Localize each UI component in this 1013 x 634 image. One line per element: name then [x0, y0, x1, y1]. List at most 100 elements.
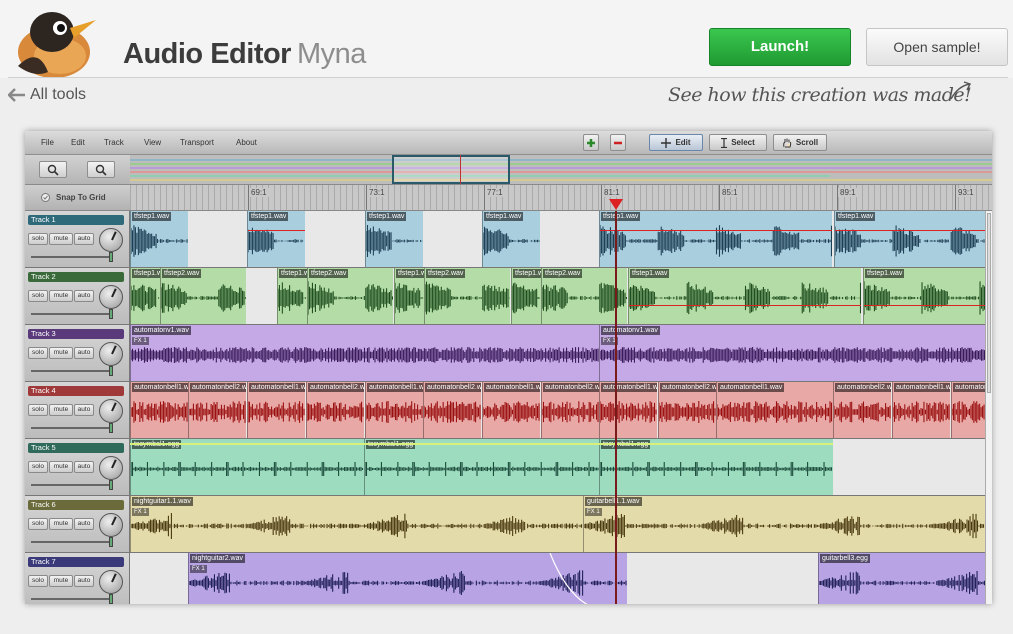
volume-handle[interactable]	[109, 423, 113, 433]
clip-fx-badge[interactable]: FX 1	[132, 508, 149, 516]
mute-button[interactable]: mute	[49, 404, 73, 416]
automation-line[interactable]	[130, 443, 833, 445]
zoom-in-button[interactable]	[39, 161, 67, 178]
scroll-thumb[interactable]	[987, 213, 991, 393]
audio-clip[interactable]: automatonbell2.wav	[541, 382, 599, 438]
auto-button[interactable]: auto	[74, 233, 94, 245]
see-how-link[interactable]: See how this creation was made!	[668, 84, 972, 106]
edit-tool-button[interactable]: Edit	[649, 134, 703, 151]
volume-slider[interactable]	[31, 309, 113, 319]
audio-clip[interactable]: tscymbal1.egg	[130, 439, 364, 495]
pan-knob[interactable]	[99, 228, 123, 252]
solo-button[interactable]: solo	[28, 347, 48, 359]
audio-clip[interactable]: automatonbell2.wav	[306, 382, 364, 438]
timeline-ruler[interactable]: 69:1 73:1 77:1 81:1 85:1 89:1 93:1	[130, 185, 992, 211]
track-lane[interactable]: tscymbal1.eggtscymbal1.eggtscymbal1.egg	[130, 439, 985, 495]
mute-button[interactable]: mute	[49, 347, 73, 359]
audio-clip[interactable]: automatonbell2.wav	[951, 382, 985, 438]
audio-clip[interactable]: automatonbell1.wav	[716, 382, 833, 438]
pan-knob[interactable]	[99, 570, 123, 594]
pan-knob[interactable]	[99, 399, 123, 423]
volume-slider[interactable]	[31, 480, 113, 490]
volume-handle[interactable]	[109, 366, 113, 376]
audio-clip[interactable]: tscymbal1.egg	[599, 439, 833, 495]
track-lane[interactable]: nightguitar1.1.wav FX 1 guitarbell1.1.wav F…	[130, 496, 985, 552]
remove-track-button[interactable]	[610, 134, 626, 151]
audio-clip[interactable]: nightguitar1.1.wav FX 1	[130, 496, 583, 552]
mute-button[interactable]: mute	[49, 575, 73, 587]
clip-fx-badge[interactable]: FX 1	[190, 565, 207, 573]
volume-slider[interactable]	[31, 366, 113, 376]
track-overview[interactable]	[130, 155, 992, 185]
track-name[interactable]: Track 6	[28, 500, 124, 510]
track-name[interactable]: Track 7	[28, 557, 124, 567]
pan-knob[interactable]	[99, 342, 123, 366]
solo-button[interactable]: solo	[28, 461, 48, 473]
audio-clip[interactable]: tscymbal1.egg	[364, 439, 599, 495]
solo-button[interactable]: solo	[28, 290, 48, 302]
clip-fx-badge[interactable]: FX 1	[585, 508, 602, 516]
track-lane[interactable]: automatonv1.wav FX 1 automatonv1.wav FX 1	[130, 325, 985, 381]
menu-view[interactable]: View	[144, 138, 161, 147]
audio-clip[interactable]: guitarbell1.1.wav FX 1	[583, 496, 985, 552]
auto-button[interactable]: auto	[74, 290, 94, 302]
automation-line[interactable]	[835, 230, 985, 231]
track-lane[interactable]: automatonbell1.wavautomatonbell2.wavauto…	[130, 382, 985, 438]
mute-button[interactable]: mute	[49, 518, 73, 530]
select-tool-button[interactable]: Select	[709, 134, 767, 151]
menu-track[interactable]: Track	[104, 138, 124, 147]
volume-handle[interactable]	[109, 480, 113, 490]
audio-clip[interactable]: tfstep1.wav	[863, 268, 985, 324]
audio-clip[interactable]: tfstep2.wav	[160, 268, 246, 324]
audio-clip[interactable]: automatonbell1.wav	[130, 382, 188, 438]
volume-slider[interactable]	[31, 537, 113, 547]
audio-clip[interactable]: tfstep2.wav	[424, 268, 510, 324]
pan-knob[interactable]	[99, 456, 123, 480]
volume-handle[interactable]	[109, 594, 113, 604]
automation-line[interactable]	[600, 230, 832, 231]
audio-clip[interactable]: automatonbell1.wav	[892, 382, 950, 438]
audio-clip[interactable]: tfstep2.wav	[307, 268, 393, 324]
audio-clip[interactable]: guitarbell3.egg	[818, 553, 985, 604]
solo-button[interactable]: solo	[28, 404, 48, 416]
audio-clip[interactable]: automatonbell2.wav	[833, 382, 891, 438]
volume-slider[interactable]	[31, 594, 113, 604]
mute-button[interactable]: mute	[49, 233, 73, 245]
all-tools-link[interactable]: All tools	[8, 86, 86, 104]
audio-clip[interactable]: tfstep1.wav	[277, 268, 307, 324]
audio-clip[interactable]: tfstep1.wav	[365, 211, 423, 267]
auto-button[interactable]: auto	[74, 461, 94, 473]
menu-transport[interactable]: Transport	[180, 138, 214, 147]
overview-viewport[interactable]	[392, 155, 510, 184]
audio-clip[interactable]: automatonbell2.wav	[423, 382, 481, 438]
open-sample-button[interactable]: Open sample!	[866, 28, 1008, 66]
clip-fx-badge[interactable]: FX 1	[132, 337, 149, 345]
auto-button[interactable]: auto	[74, 347, 94, 359]
track-name[interactable]: Track 4	[28, 386, 124, 396]
audio-clip[interactable]: tfstep1.wav	[130, 268, 160, 324]
auto-button[interactable]: auto	[74, 518, 94, 530]
solo-button[interactable]: solo	[28, 518, 48, 530]
track-lane[interactable]: tfstep1.wav tfstep1.wav tfstep1.wav tfstep1…	[130, 211, 985, 267]
pan-knob[interactable]	[99, 285, 123, 309]
volume-handle[interactable]	[109, 309, 113, 319]
volume-handle[interactable]	[109, 537, 113, 547]
audio-clip[interactable]: tfstep1.wav	[628, 268, 861, 324]
track-name[interactable]: Track 2	[28, 272, 124, 282]
audio-clip[interactable]: automatonbell2.wav	[188, 382, 246, 438]
track-name[interactable]: Track 3	[28, 329, 124, 339]
volume-slider[interactable]	[31, 423, 113, 433]
audio-clip[interactable]: tfstep1.wav	[247, 211, 305, 267]
track-lane[interactable]: nightguitar2.wav FX 1 guitarbell3.egg	[130, 553, 985, 604]
pan-knob[interactable]	[99, 513, 123, 537]
track-lane[interactable]: tfstep1.wavtfstep2.wavtfstep1.wavtfstep2…	[130, 268, 985, 324]
audio-clip[interactable]: automatonbell1.wav	[599, 382, 657, 438]
zoom-out-button[interactable]	[87, 161, 115, 178]
automation-line[interactable]	[248, 230, 305, 231]
audio-clip[interactable]: automatonbell1.wav	[365, 382, 423, 438]
audio-clip[interactable]: automatonbell1.wav	[247, 382, 305, 438]
add-track-button[interactable]	[583, 134, 599, 151]
audio-clip[interactable]: tfstep1.wav	[599, 211, 832, 267]
audio-clip[interactable]: tfstep1.wav	[130, 211, 188, 267]
track-name[interactable]: Track 5	[28, 443, 124, 453]
